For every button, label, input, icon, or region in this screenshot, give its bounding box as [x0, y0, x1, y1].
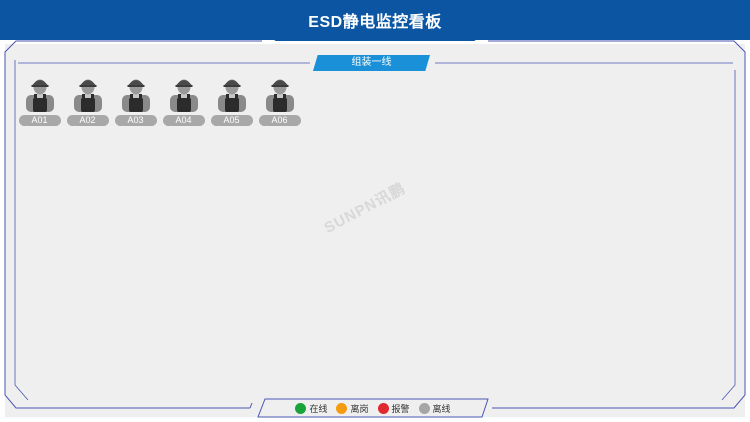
station-label: A02: [66, 115, 109, 126]
station-a01[interactable]: A01: [18, 76, 61, 126]
status-dot-icon: [295, 402, 307, 414]
status-dot-icon: [336, 402, 348, 414]
worker-icon: [73, 79, 102, 112]
station-label: A03: [114, 115, 157, 126]
worker-icon: [265, 79, 294, 112]
legend-label: 在线: [309, 403, 328, 414]
status-dot-icon: [377, 402, 389, 414]
station-list: A01 A02 A03 A04 A05 A06: [18, 76, 301, 126]
station-label: A01: [18, 115, 61, 126]
station-label: A05: [210, 115, 253, 126]
station-label: A06: [258, 115, 301, 126]
station-a06[interactable]: A06: [258, 76, 301, 126]
legend-item-alarm: 报警: [377, 402, 410, 415]
station-a04[interactable]: A04: [162, 76, 205, 126]
legend-label: 离岗: [350, 403, 369, 414]
worker-icon: [217, 79, 246, 112]
worker-icon: [169, 79, 198, 112]
legend-label: 报警: [391, 403, 410, 414]
legend-item-offline: 离线: [418, 402, 451, 415]
legend-label: 离线: [432, 403, 451, 414]
station-label: A04: [162, 115, 205, 126]
station-a02[interactable]: A02: [66, 76, 109, 126]
legend-item-away: 离岗: [336, 402, 369, 415]
status-legend: 在线 离岗 报警 离线: [258, 399, 488, 417]
header-tab-decoration: [262, 30, 488, 41]
legend-item-online: 在线: [295, 402, 327, 415]
station-a05[interactable]: A05: [210, 76, 253, 126]
status-dot-icon: [418, 402, 430, 414]
line-tab[interactable]: 组装一线: [313, 55, 430, 71]
station-a03[interactable]: A03: [114, 76, 157, 126]
worker-icon: [121, 79, 150, 112]
page-title: ESD静电监控看板: [308, 14, 442, 31]
worker-icon: [25, 79, 54, 112]
